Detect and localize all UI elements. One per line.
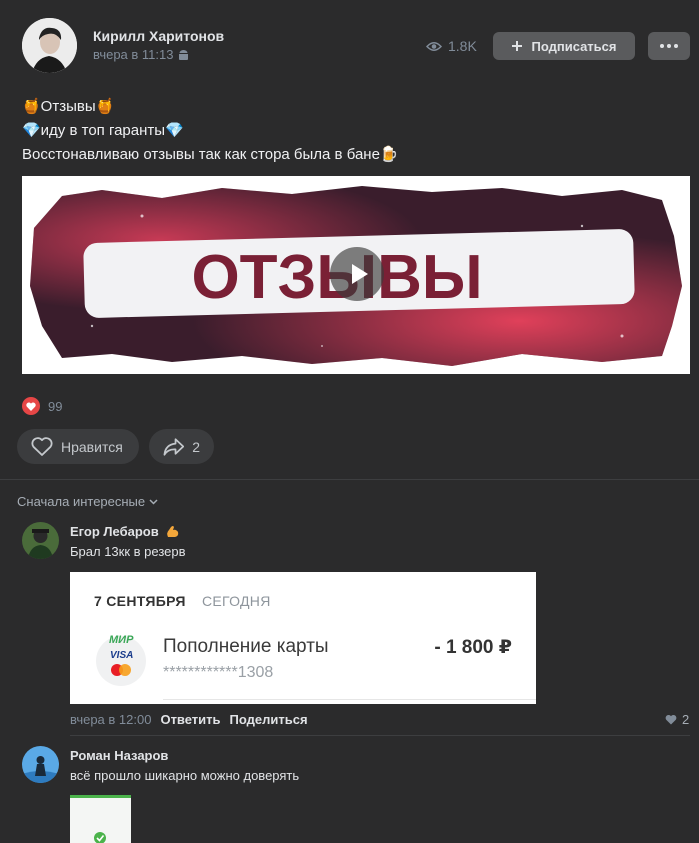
author-name[interactable]: Кирилл Харитонов [93,28,224,44]
chevron-down-icon [149,498,158,505]
more-dot [660,44,664,48]
views-counter: 1.8K [426,38,477,54]
receipt-date: 7 СЕНТЯБРЯ [94,593,186,609]
reactions-count: 99 [48,398,63,414]
post-text-line: 🍯Отзывы🍯 [22,98,115,115]
mir-logo-text: МИР [109,634,134,646]
receipt-card-number: ************1308 [163,664,274,681]
receipt-amount: - 1 800 ₽ [434,637,512,658]
comment-text: Брал 13кк в резерв [70,544,186,559]
android-icon [179,49,189,60]
more-dot [674,44,678,48]
more-button[interactable] [648,32,690,60]
receipt-today: СЕГОДНЯ [202,593,271,609]
check-circle-icon [94,832,106,843]
share-icon [163,437,185,456]
commenter-avatar[interactable] [22,522,59,559]
post-time[interactable]: вчера в 11:13 [93,47,189,62]
post-header: Кирилл Харитонов вчера в 11:13 1.8K Подп… [0,0,699,90]
comment-like-button[interactable]: 2 [665,712,689,727]
plus-icon [512,41,523,51]
divider [0,479,699,480]
eye-icon [426,41,442,51]
subscribe-button[interactable]: Подписаться [493,32,635,60]
post-text-line: 💎иду в топ гаранты💎 [22,122,184,139]
comment-attachment-image[interactable]: 7 СЕНТЯБРЯ СЕГОДНЯ МИР VISA Пополнение к… [70,572,536,704]
heart-icon [22,397,40,415]
comment-divider [70,735,690,736]
comment-meta: вчера в 12:00 Ответить Поделиться [70,712,308,727]
comment-attachment-image[interactable] [70,795,131,843]
comment-text: всё прошло шикарно можно доверять [70,768,300,783]
subscribe-label: Подписаться [531,38,617,54]
author-avatar[interactable] [22,18,77,73]
commenter-name[interactable]: Егор Лебаров [70,524,180,539]
post-text: 🍯Отзывы🍯 💎иду в топ гаранты💎 Восстонавли… [22,95,399,167]
play-button[interactable] [330,247,384,301]
sort-label: Сначала интересные [17,494,146,509]
reply-link[interactable]: Ответить [160,712,220,727]
comments-sort-dropdown[interactable]: Сначала интересные [17,494,158,509]
reactions-summary[interactable]: 99 [22,397,62,415]
share-comment-link[interactable]: Поделиться [230,712,308,727]
like-label: Нравится [61,438,123,455]
comment-like-count: 2 [682,712,690,727]
heart-outline-icon [31,437,53,456]
share-button[interactable]: 2 [149,429,214,464]
commenter-name-text: Егор Лебаров [70,524,159,539]
post-time-text: вчера в 11:13 [93,47,174,62]
comment-time[interactable]: вчера в 12:00 [70,712,151,727]
receipt-divider [163,699,536,700]
views-count: 1.8K [448,38,477,54]
commenter-avatar[interactable] [22,746,59,783]
receipt-title: Пополнение карты [163,636,329,657]
video-preview[interactable]: ОТЗЫВЫ [22,176,690,374]
post-text-line: Восстонавливаю отзывы так как стора была… [22,146,399,163]
payment-system-icon: МИР VISA [96,634,146,686]
commenter-name[interactable]: Роман Назаров [70,748,168,763]
more-dot [667,44,671,48]
heart-icon [665,714,677,725]
visa-logo-text: VISA [110,650,133,661]
share-count: 2 [192,438,200,455]
like-button[interactable]: Нравится [17,429,139,464]
flexed-biceps-icon [166,526,178,537]
